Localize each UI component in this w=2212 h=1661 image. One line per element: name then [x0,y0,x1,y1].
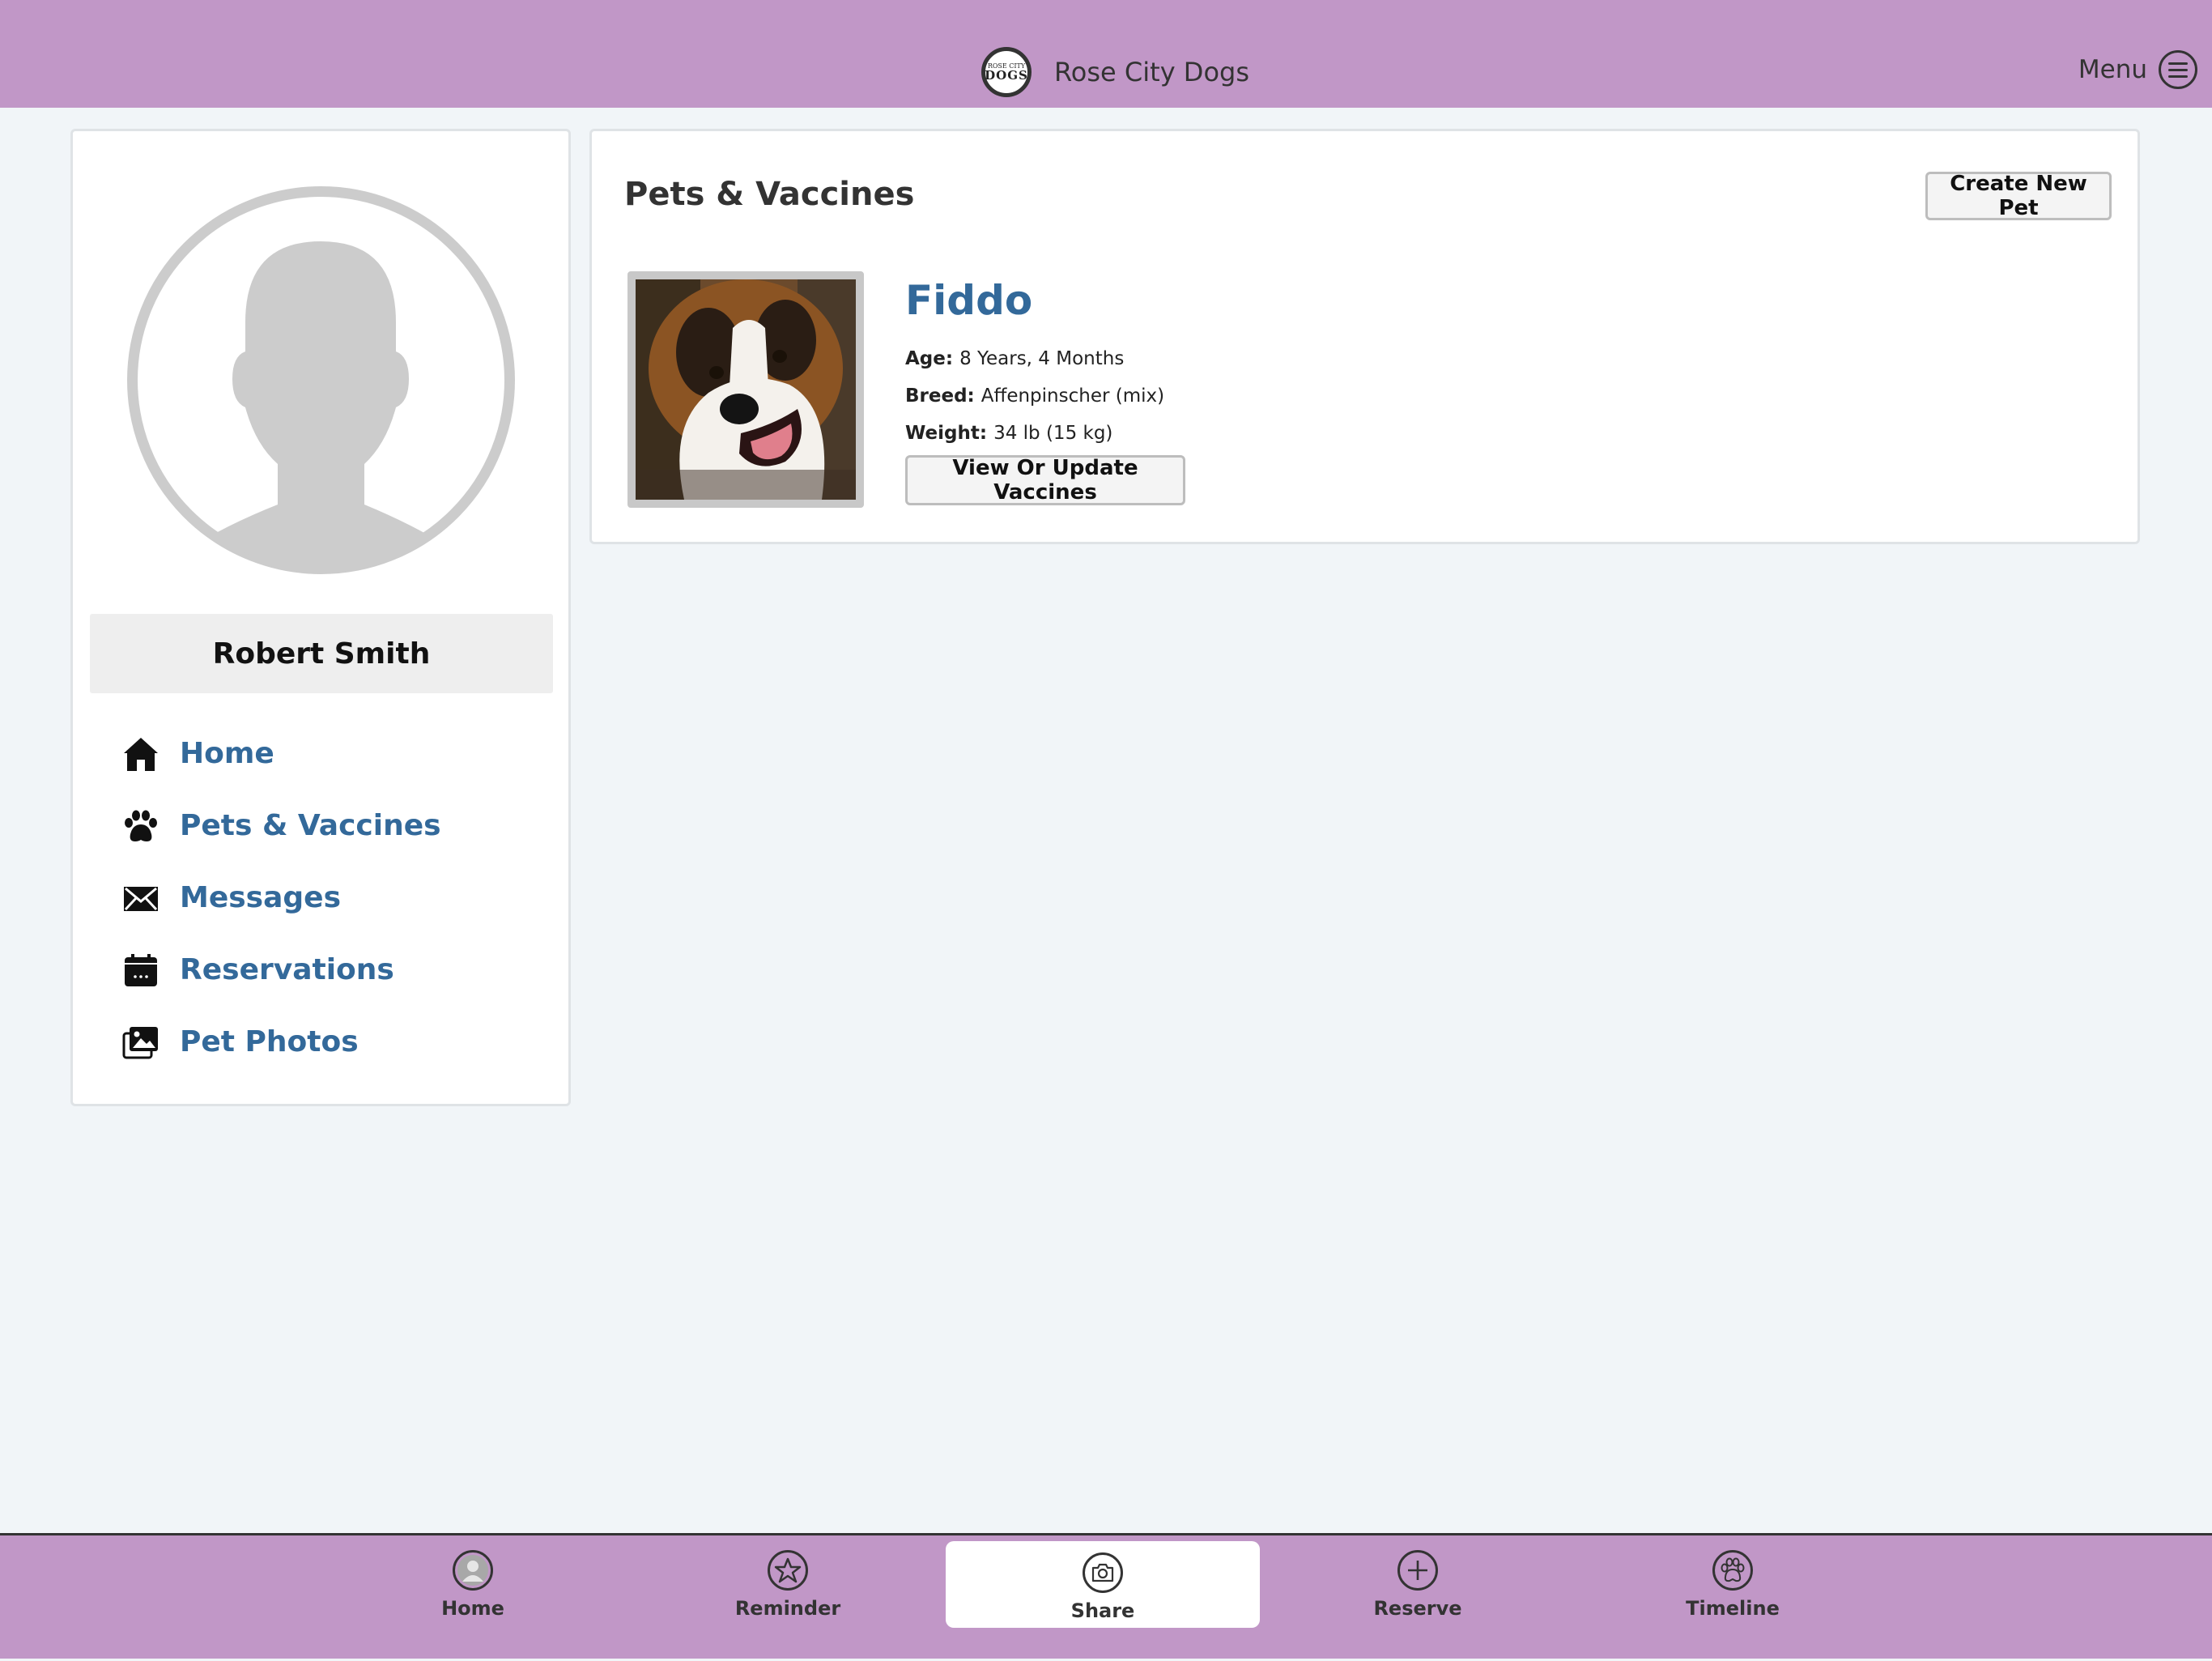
page-title: Pets & Vaccines [624,176,915,213]
tab-share[interactable]: Share [946,1541,1260,1628]
menu-label: Menu [2078,55,2147,84]
pet-age-label: Age: [905,348,954,369]
create-new-pet-button[interactable]: Create New Pet [1925,172,2112,220]
user-icon [453,1550,493,1591]
sidebar-item-label: Reservations [180,953,394,986]
sidebar-item-reservations[interactable]: Reservations [121,934,441,1006]
pets-panel: Pets & Vaccines Create New Pet Fiddo Age… [589,129,2140,544]
view-update-vaccines-button[interactable]: View Or Update Vaccines [905,455,1185,505]
sidebar-item-label: Pet Photos [180,1025,359,1058]
brand-logo-text-main: DOGS [985,67,1028,83]
pet-age-value: 8 Years, 4 Months [959,348,1125,369]
home-icon [121,735,160,773]
camera-icon [1083,1552,1123,1593]
calendar-icon [121,951,160,990]
tab-timeline[interactable]: Timeline [1576,1535,1890,1661]
pet-breed: Breed: Affenpinscher (mix) [905,385,1164,407]
sidebar-item-pets-vaccines[interactable]: Pets & Vaccines [121,790,441,862]
profile-sidebar: Robert Smith Home Pets & Vaccines Messag… [70,129,571,1106]
pet-breed-value: Affenpinscher (mix) [981,385,1165,407]
envelope-icon [121,879,160,918]
tab-home[interactable]: Home [316,1535,630,1661]
sidebar-item-pet-photos[interactable]: Pet Photos [121,1006,441,1078]
pet-weight-label: Weight: [905,423,988,444]
paw-icon [121,807,160,845]
top-bar: ROSE CITY DOGS Rose City Dogs Menu [0,0,2212,108]
sidebar-item-label: Pets & Vaccines [180,809,441,842]
tab-label: Home [441,1597,504,1620]
star-icon [768,1550,808,1591]
tab-label: Reserve [1373,1597,1462,1620]
pet-photo[interactable] [627,271,864,508]
user-name-box: Robert Smith [90,614,553,693]
pet-age: Age: 8 Years, 4 Months [905,348,1124,369]
tab-label: Timeline [1686,1597,1780,1620]
sidebar-item-label: Home [180,737,274,770]
user-name: Robert Smith [212,637,431,671]
pet-weight-value: 34 lb (15 kg) [993,423,1113,444]
brand-logo: ROSE CITY DOGS [981,47,1032,97]
sidebar-item-label: Messages [180,881,342,914]
plus-icon [1397,1550,1438,1591]
hamburger-icon [2159,50,2197,89]
pet-breed-label: Breed: [905,385,975,407]
pet-name[interactable]: Fiddo [905,277,1032,324]
sidebar-item-messages[interactable]: Messages [121,862,441,934]
paw-icon [1712,1550,1753,1591]
sidebar-item-home[interactable]: Home [121,718,441,790]
bottom-nav: Home Reminder Share Reserve Timeline [0,1533,2212,1659]
brand[interactable]: ROSE CITY DOGS Rose City Dogs [981,47,1249,97]
menu-button[interactable]: Menu [2078,50,2197,89]
pet-weight: Weight: 34 lb (15 kg) [905,423,1112,444]
avatar [127,186,515,574]
tab-reserve[interactable]: Reserve [1261,1535,1575,1661]
photos-icon [121,1023,160,1062]
tab-label: Share [1070,1599,1135,1622]
tab-label: Reminder [734,1597,841,1620]
tab-reminder[interactable]: Reminder [631,1535,945,1661]
sidebar-nav: Home Pets & Vaccines Messages Reservatio… [121,718,441,1078]
brand-name: Rose City Dogs [1054,57,1249,87]
